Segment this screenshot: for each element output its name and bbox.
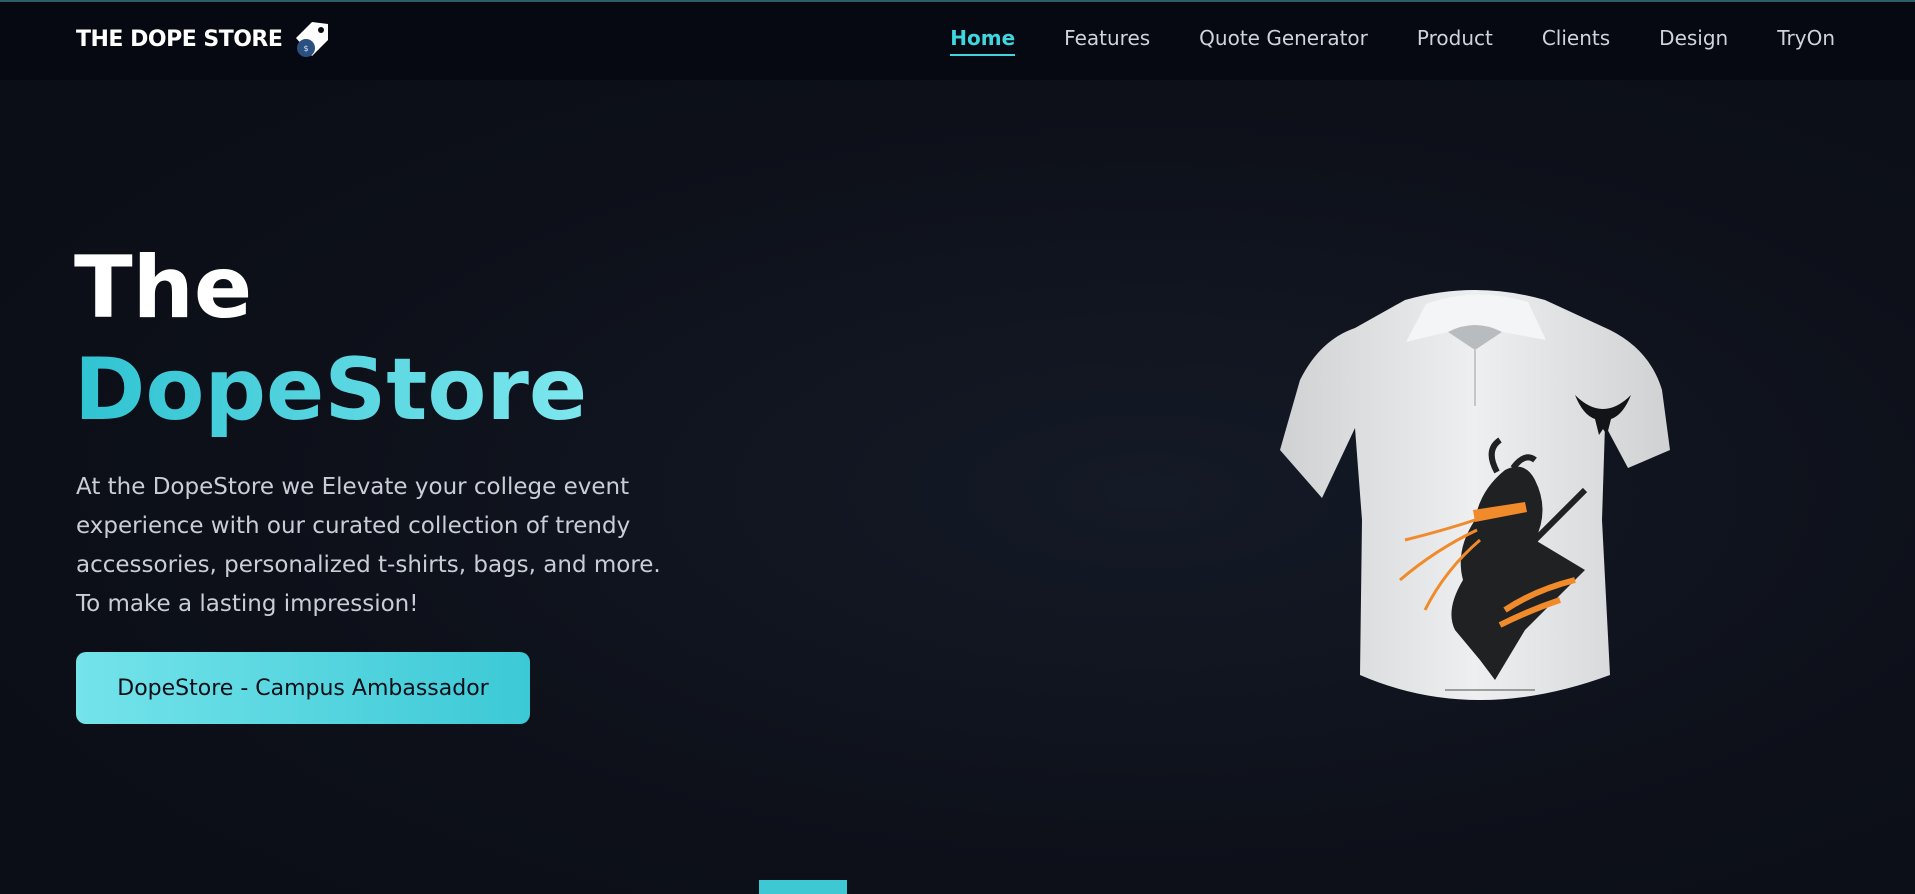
hero-title-line2: DopeStore xyxy=(74,340,588,440)
svg-text:$: $ xyxy=(304,44,309,53)
polo-shirt-illustration xyxy=(1280,290,1670,700)
navbar: THE DOPE STORE $ Home Features Quote Gen… xyxy=(0,2,1915,80)
campus-ambassador-button[interactable]: DopeStore - Campus Ambassador xyxy=(76,652,530,724)
nav-quote-generator[interactable]: Quote Generator xyxy=(1199,26,1368,56)
main-nav: Home Features Quote Generator Product Cl… xyxy=(901,26,1835,56)
nav-features[interactable]: Features xyxy=(1064,26,1150,56)
brand-logo[interactable]: THE DOPE STORE $ xyxy=(76,16,332,62)
nav-design[interactable]: Design xyxy=(1659,26,1728,56)
hero-description: At the DopeStore we Elevate your college… xyxy=(76,474,661,617)
price-tag-icon: $ xyxy=(296,22,329,57)
bottom-indicator xyxy=(759,880,847,894)
hero-title-line1: The xyxy=(74,238,253,338)
brand-name: THE DOPE STORE xyxy=(76,26,283,52)
nav-tryon[interactable]: TryOn xyxy=(1777,26,1835,56)
shirt-model-image xyxy=(1230,280,1720,720)
nav-product[interactable]: Product xyxy=(1417,26,1493,56)
nav-clients[interactable]: Clients xyxy=(1542,26,1610,56)
nav-home[interactable]: Home xyxy=(950,26,1016,56)
